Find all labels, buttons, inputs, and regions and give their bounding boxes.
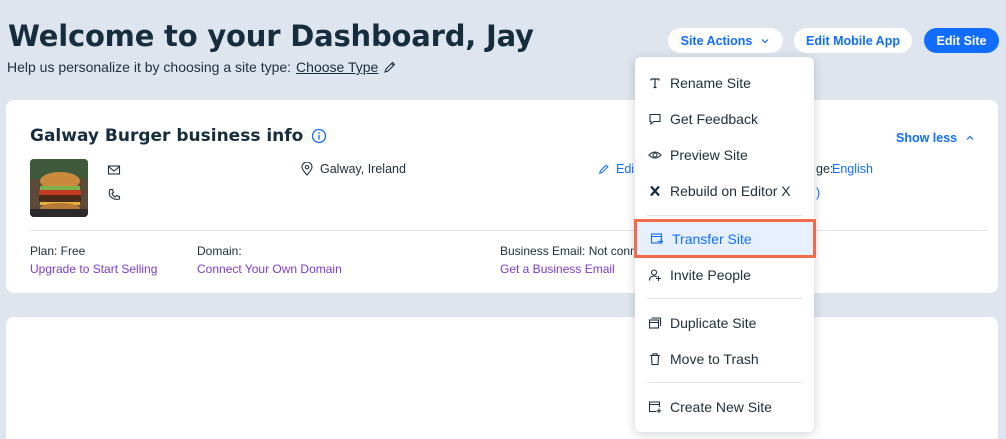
location-pin-icon [301, 162, 313, 176]
show-less-label: Show less [896, 131, 958, 145]
edit-info-label: Edi [616, 162, 635, 176]
divider [30, 230, 988, 231]
eye-icon [648, 150, 662, 159]
edit-mobile-app-button[interactable]: Edit Mobile App [794, 28, 912, 53]
menu-item-label: Move to Trash [670, 350, 759, 367]
site-actions-menu: Rename Site Get Feedback Preview Site Re… [634, 57, 816, 432]
menu-item-label: Get Feedback [670, 110, 758, 127]
menu-item-get-feedback[interactable]: Get Feedback [635, 102, 814, 135]
phone-icon [108, 188, 121, 200]
text-icon [650, 77, 660, 88]
menu-item-label: Duplicate Site [670, 314, 757, 331]
new-site-icon [648, 400, 662, 413]
menu-item-label: Invite People [670, 266, 751, 283]
pencil-icon[interactable] [383, 60, 397, 74]
upgrade-link[interactable]: Upgrade to Start Selling [30, 262, 157, 276]
menu-separator [647, 298, 802, 299]
business-email-link[interactable]: Get a Business Email [500, 262, 615, 276]
invite-icon [648, 268, 661, 281]
pencil-icon [598, 164, 609, 175]
menu-item-label: Create New Site [670, 398, 772, 415]
burger-image [30, 159, 88, 217]
business-info-card: Galway Burger business info Show less Ga… [6, 100, 998, 293]
menu-item-move-to-trash[interactable]: Move to Trash [635, 342, 814, 375]
menu-item-transfer-site[interactable]: Transfer Site [634, 219, 816, 258]
edit-site-button[interactable]: Edit Site [924, 28, 999, 53]
menu-item-rebuild-editor-x[interactable]: Rebuild on Editor X [635, 174, 814, 207]
business-info-title: Galway Burger business info [30, 126, 304, 146]
duplicate-icon [648, 316, 662, 329]
page-subtitle: Help us personalize it by choosing a sit… [7, 59, 397, 75]
menu-item-label: Transfer Site [672, 230, 752, 247]
transfer-icon [650, 232, 664, 244]
menu-item-duplicate-site[interactable]: Duplicate Site [635, 306, 814, 339]
plan-label: Plan: Free [30, 244, 86, 258]
menu-item-preview-site[interactable]: Preview Site [635, 138, 814, 171]
menu-item-label: Preview Site [670, 146, 748, 163]
secondary-card [6, 317, 998, 439]
chevron-down-icon [761, 38, 769, 43]
edit-info-link[interactable]: Edi [598, 162, 634, 176]
chevron-up-icon [966, 135, 974, 140]
business-thumbnail [30, 159, 88, 217]
menu-item-rename-site[interactable]: Rename Site [635, 66, 814, 99]
info-icon[interactable] [311, 128, 327, 144]
domain-label: Domain: [197, 244, 242, 258]
business-info-title-row: Galway Burger business info [30, 126, 327, 146]
show-less-button[interactable]: Show less [896, 131, 975, 145]
business-email-label: Business Email: Not conn [500, 244, 637, 258]
site-actions-button[interactable]: Site Actions [668, 28, 783, 53]
language-link[interactable]: English [832, 162, 873, 176]
subtitle-text: Help us personalize it by choosing a sit… [7, 59, 292, 75]
menu-separator [647, 382, 802, 383]
menu-item-invite-people[interactable]: Invite People [635, 258, 814, 291]
connect-domain-link[interactable]: Connect Your Own Domain [197, 262, 342, 276]
email-icon [107, 165, 121, 175]
menu-item-label: Rebuild on Editor X [670, 182, 791, 199]
editor-x-icon [650, 185, 660, 196]
menu-item-label: Rename Site [670, 74, 751, 91]
choose-type-link[interactable]: Choose Type [296, 59, 378, 75]
location-text: Galway, Ireland [320, 162, 406, 176]
language-label: ge: [816, 162, 834, 176]
trash-icon [650, 352, 660, 365]
site-actions-label: Site Actions [680, 33, 753, 48]
chat-icon [649, 113, 661, 125]
page-title: Welcome to your Dashboard, Jay [8, 19, 534, 53]
menu-separator [647, 215, 802, 216]
menu-item-create-new-site[interactable]: Create New Site [635, 390, 814, 423]
partial-text: ) [816, 186, 821, 200]
